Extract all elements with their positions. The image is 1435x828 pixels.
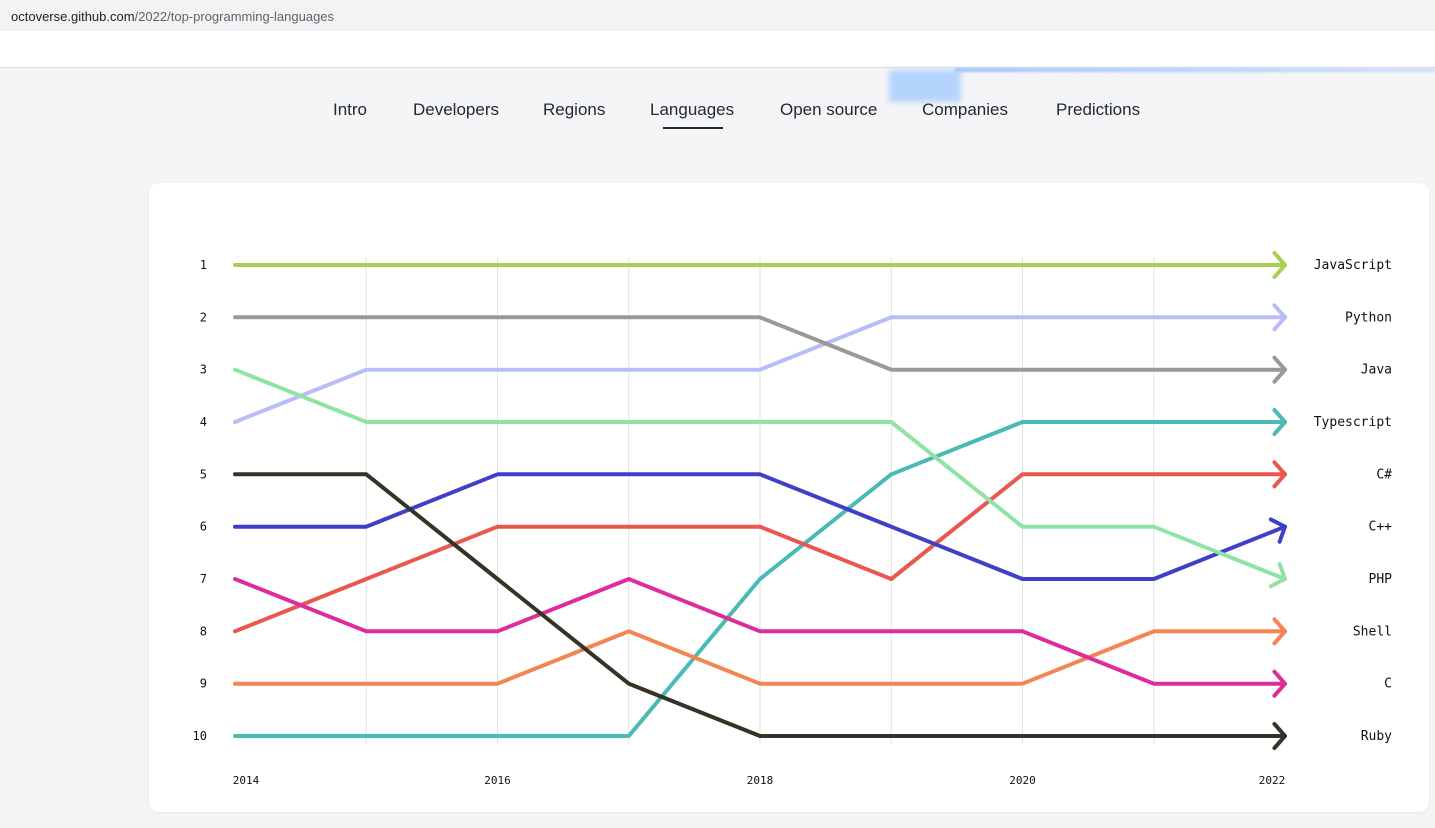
- series-label-csharp: C#: [1376, 467, 1392, 482]
- y-tick-label: 2: [200, 310, 207, 324]
- chart-grid: [365, 257, 1155, 744]
- x-tick-label: 2020: [1009, 774, 1036, 787]
- series-label-ruby: Ruby: [1361, 729, 1392, 744]
- series-labels: JavaScript Python Java Typescript C# C++ PHP Sh…: [1314, 258, 1392, 744]
- y-tick-label: 1: [200, 258, 207, 272]
- x-tick-label: 2022: [1259, 774, 1286, 787]
- series-label-c: C: [1384, 677, 1392, 692]
- y-tick-label: 8: [200, 624, 207, 638]
- y-axis-labels: 1 2 3 4 5 6 7 8 9 10: [193, 258, 207, 743]
- y-tick-label: 10: [193, 729, 207, 743]
- series-label-java: Java: [1361, 363, 1392, 378]
- y-tick-label: 5: [200, 467, 207, 481]
- series-label-javascript: JavaScript: [1314, 258, 1392, 273]
- series-label-php: PHP: [1369, 572, 1393, 587]
- rank-chart: 1 2 3 4 5 6 7 8 9 10 2014 2016 2018 2020 2022 JavaScr…: [193, 250, 1392, 787]
- series-label-shell: Shell: [1353, 624, 1392, 639]
- y-tick-label: 4: [200, 415, 207, 429]
- x-tick-label: 2016: [484, 774, 511, 787]
- y-tick-label: 3: [200, 363, 207, 377]
- y-tick-label: 7: [200, 572, 207, 586]
- x-tick-label: 2018: [747, 774, 774, 787]
- series-label-cplusplus: C++: [1369, 520, 1393, 535]
- series-label-python: Python: [1345, 310, 1392, 325]
- y-tick-label: 9: [200, 677, 207, 691]
- x-axis-labels: 2014 2016 2018 2020 2022: [233, 774, 1286, 787]
- x-tick-label: 2014: [233, 774, 260, 787]
- series-label-typescript: Typescript: [1314, 415, 1392, 430]
- y-tick-label: 6: [200, 520, 207, 534]
